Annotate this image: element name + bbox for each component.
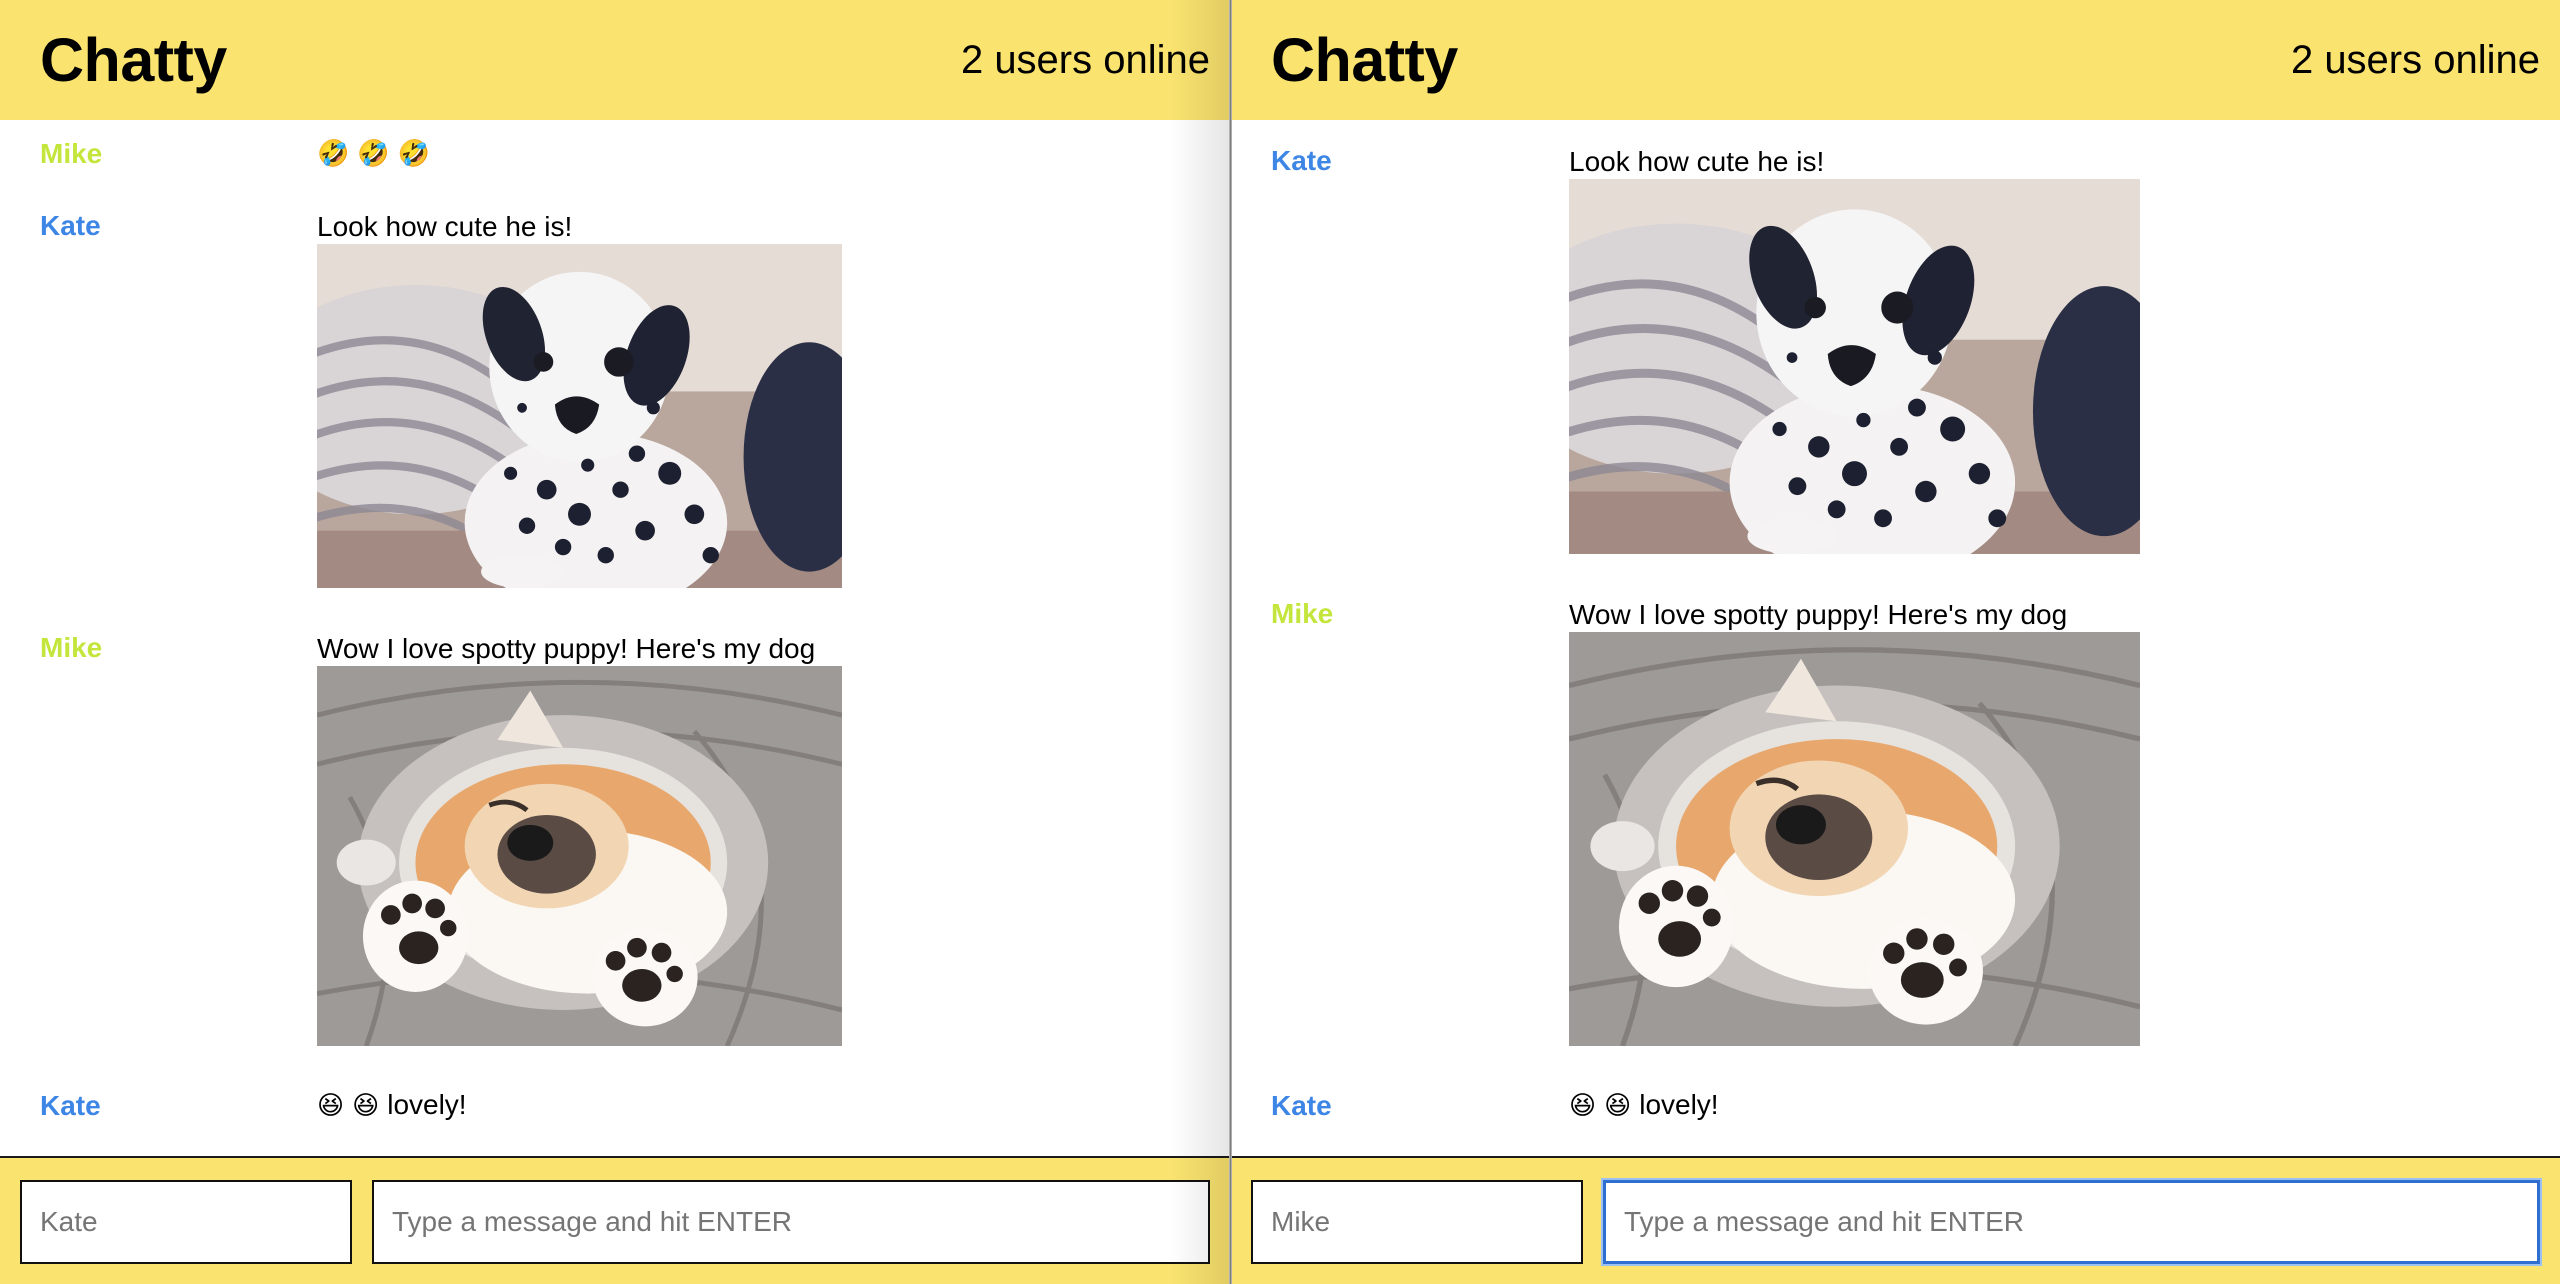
online-users-count: 2 users online [960,37,1210,82]
message-username: Kate [40,1090,101,1121]
laughing-emoji: 😆 [1569,1090,1597,1120]
message-username: Kate [40,210,101,241]
message-content: Wow I love spotty puppy! Here's my dog [1569,598,2140,1046]
message-username: Kate [1271,145,1332,176]
rofl-emoji: 🤣 [317,138,350,168]
message-username: Mike [1271,598,1334,629]
online-users-count: 2 users online [2290,37,2540,82]
message-text: lovely! [387,1089,467,1120]
dalmatian-puppy-image [1569,179,2140,554]
brand-title: Chatty [40,26,227,94]
message-text: Look how cute he is! [1569,146,1825,177]
window-edge-shadow [1170,0,1230,1284]
chat-composer [1231,1156,2560,1284]
brand-title: Chatty [1271,26,1458,94]
message-input[interactable] [372,1180,1210,1264]
navbar: Chatty 2 users online [1231,0,2560,120]
message-content: Look how cute he is! [317,210,842,588]
message-username: Mike [40,138,103,169]
message-username: Mike [40,632,103,663]
rofl-emoji: 🤣 [357,138,390,168]
username-input[interactable] [20,1180,352,1264]
message-content: 🤣 🤣 🤣 [317,136,438,170]
window-divider [1229,0,1232,1284]
laughing-emoji: 😆 [352,1090,380,1120]
message-text: lovely! [1639,1089,1719,1120]
chat-window-kate: Chatty 2 users online Mike 🤣 🤣 🤣 Kate Look… [0,0,1230,1284]
message-content: Wow I love spotty puppy! Here's my dog [317,632,842,1046]
message-content: 😆 😆 lovely! [1569,1088,1719,1122]
message-content: Look how cute he is! [1569,145,2140,554]
username-input[interactable] [1251,1180,1583,1264]
message-text: Wow I love spotty puppy! Here's my dog [1569,599,2068,630]
message-text: Look how cute he is! [317,211,573,242]
message-username: Kate [1271,1090,1332,1121]
message-input[interactable] [1603,1180,2540,1264]
chat-composer [0,1156,1230,1284]
laughing-emoji: 😆 [317,1090,345,1120]
dalmatian-puppy-image [317,244,842,588]
rofl-emoji: 🤣 [397,138,431,168]
shiba-puppy-image [1569,632,2140,1046]
message-content: 😆 😆 lovely! [317,1088,467,1122]
laughing-emoji: 😆 [1604,1090,1632,1120]
chat-window-mike: Chatty 2 users online Kate Look how cute… [1231,0,2560,1284]
navbar: Chatty 2 users online [0,0,1230,120]
shiba-puppy-image [317,666,842,1046]
message-text: Wow I love spotty puppy! Here's my dog [317,633,816,664]
